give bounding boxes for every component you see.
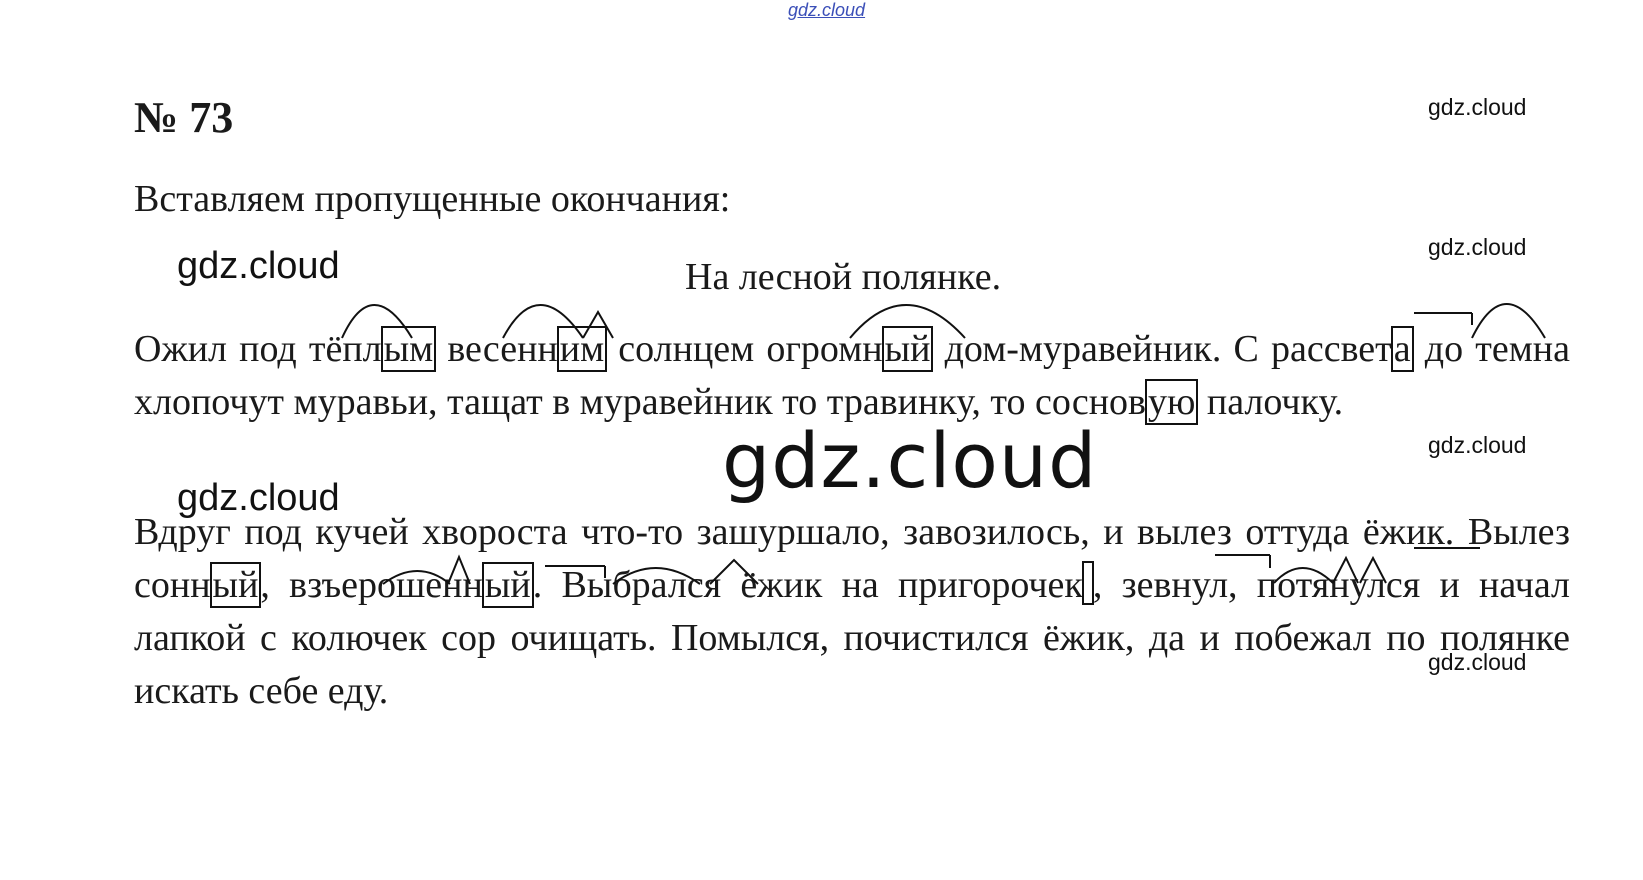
paragraph-1: Ожил под тёплым весенним солнцем огромны… [134, 323, 1570, 429]
ending-box: им [556, 326, 608, 372]
watermark-top[interactable]: gdz.cloud [788, 0, 865, 21]
ending-box: ый [881, 326, 934, 372]
text-fragment: . Выбрался ёжик на пригорочек [532, 564, 1083, 606]
text-fragment: весенн [435, 328, 558, 370]
watermark-right-1: gdz.cloud [1428, 94, 1527, 120]
ending-box: ую [1145, 379, 1199, 425]
watermark-right-3: gdz.cloud [1428, 432, 1527, 458]
ending-box: ый [209, 562, 262, 608]
text-fragment: , взъерошенн [260, 564, 483, 606]
text-fragment: солнцем огромн [606, 328, 883, 370]
watermark-left-1: gdz.cloud [177, 245, 340, 287]
exercise-intro: Вставляем пропущенные окончания: [134, 178, 731, 220]
ending-box: а [1390, 326, 1414, 372]
exercise-number: № 73 [134, 93, 234, 142]
watermark-center: gdz.cloud [722, 416, 1098, 505]
watermark-right-2: gdz.cloud [1428, 234, 1527, 260]
text-fragment: палочку. [1197, 381, 1344, 423]
ending-box: ый [481, 562, 534, 608]
watermark-right-4: gdz.cloud [1428, 649, 1527, 675]
paragraph-2: Вдруг под кучей хвороста что-то зашуршал… [134, 506, 1570, 718]
text-title: На лесной полянке. [685, 256, 1002, 298]
ending-box: ым [380, 326, 437, 372]
text-fragment: дом-муравейник. С рассвет [932, 328, 1392, 370]
text-fragment: Ожил под тёпл [134, 328, 382, 370]
